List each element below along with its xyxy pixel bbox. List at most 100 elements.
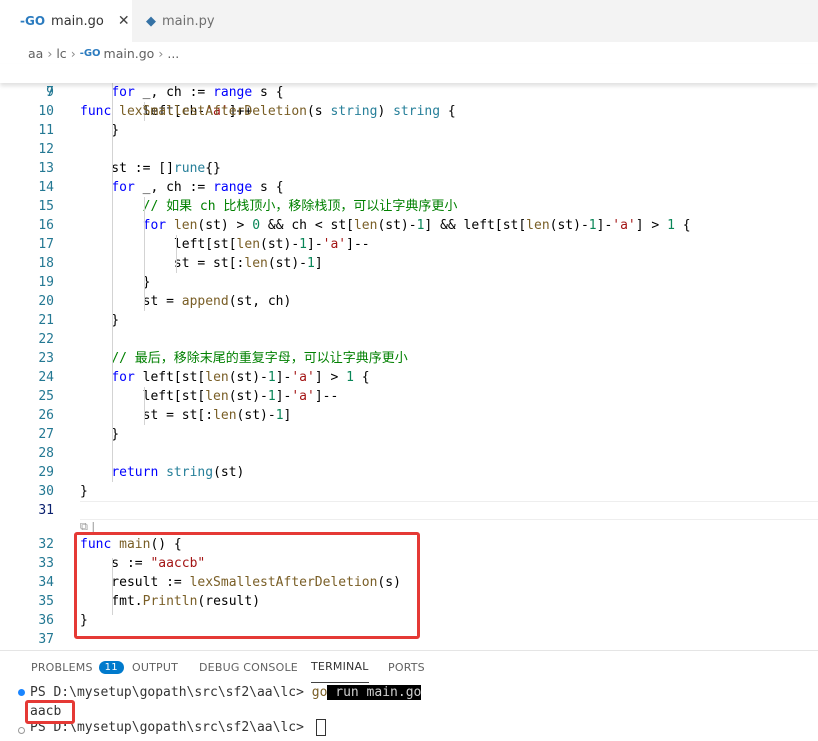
tab-label: TERMINAL (311, 660, 369, 673)
line-number: 20 (38, 294, 54, 309)
code-text: st = st[:len(st)-1] (80, 256, 323, 271)
code-line: 21 } (0, 311, 818, 330)
code-text: for _, ch := range s { (111, 85, 284, 100)
go-file-icon: -GO (79, 47, 101, 59)
breadcrumb: aa › lc › -GO main.go › ... (0, 42, 818, 64)
line-number: 25 (38, 389, 54, 404)
tab-main-go[interactable]: -GO main.go ✕ (0, 0, 132, 42)
line-number: 16 (38, 218, 54, 233)
code-line: 29 return string(st) (0, 463, 818, 482)
code-text: } (80, 484, 88, 499)
tab-output[interactable]: OUTPUT (132, 651, 178, 683)
code-line: 19 } (0, 273, 818, 292)
sticky-scroll-header[interactable]: 7 func lexSmallestAfterDeletion(s string… (0, 64, 818, 119)
breadcrumb-item[interactable]: main.go (104, 46, 155, 61)
chevron-right-icon: › (70, 45, 76, 61)
tab-problems[interactable]: PROBLEMS 11 (31, 651, 124, 683)
code-text: // 如果 ch 比栈顶小，移除栈顶，可以让字典序更小 (142, 199, 458, 214)
line-number: 24 (38, 370, 54, 385)
line-number: 14 (38, 180, 54, 195)
terminal-cursor (315, 719, 326, 736)
terminal-line: PS D:\mysetup\gopath\src\sf2\aa\lc> go r… (30, 683, 422, 702)
tab-ports[interactable]: PORTS (388, 651, 425, 683)
line-number: 28 (38, 446, 54, 461)
breadcrumb-item[interactable]: ... (167, 46, 179, 61)
code-text: for len(st) > 0 && ch < st[len(st)-1] &&… (142, 218, 691, 233)
breadcrumb-item[interactable]: aa (28, 46, 43, 61)
command-status-dot[interactable] (18, 727, 25, 734)
code-line: 14 for _, ch := range s { (0, 178, 818, 197)
line-number: 35 (38, 594, 54, 609)
line-number: 30 (38, 484, 54, 499)
highlight-box-output (25, 700, 75, 724)
tab-debug-console[interactable]: DEBUG CONSOLE (199, 651, 298, 683)
line-number: 12 (38, 142, 54, 157)
tab-label: DEBUG CONSOLE (199, 660, 298, 674)
command-status-dot[interactable] (18, 689, 25, 696)
tab-label: main.py (162, 13, 215, 29)
chevron-right-icon: › (158, 45, 164, 61)
code-text: for left[st[len(st)-1]-'a'] > 1 { (111, 370, 370, 385)
bottom-panel: PROBLEMS 11 OUTPUT DEBUG CONSOLE TERMINA… (0, 650, 818, 741)
line-number: 34 (38, 575, 54, 590)
code-line: 30} (0, 482, 818, 501)
code-line: 11 } (0, 121, 818, 140)
code-text: } (80, 123, 120, 138)
line-number: 22 (38, 332, 54, 347)
tab-main-py[interactable]: ◆ main.py (132, 0, 252, 42)
line-number: 26 (38, 408, 54, 423)
code-text: st := []rune{} (80, 161, 221, 176)
code-line: 31 (0, 501, 818, 520)
code-line: 12 (0, 140, 818, 159)
tab-label: OUTPUT (132, 660, 179, 674)
tab-terminal[interactable]: TERMINAL (311, 651, 369, 683)
tab-label: PROBLEMS (31, 660, 93, 674)
line-number: 23 (38, 351, 54, 366)
line-number: 21 (38, 313, 54, 328)
code-text: } (80, 313, 120, 328)
code-text: // 最后，移除末尾的重复字母，可以让字典序更小 (111, 351, 408, 366)
line-number: 15 (38, 199, 54, 214)
code-line: 24 for left[st[len(st)-1]-'a'] > 1 { (0, 368, 818, 387)
line-number: 36 (38, 613, 54, 628)
code-text: return string(st) (111, 465, 245, 480)
code-text: left[st[len(st)-1]-'a']-- (80, 389, 339, 404)
code-line: 22 (0, 330, 818, 349)
tab-label: main.go (51, 13, 104, 29)
code-line: 28 (0, 444, 818, 463)
indent-guide (112, 83, 113, 482)
code-line: 16 for len(st) > 0 && ch < st[len(st)-1]… (0, 216, 818, 235)
code-line: 20 st = append(st, ch) (0, 292, 818, 311)
code-line: 18 st = st[:len(st)-1] (0, 254, 818, 273)
code-line: 15 // 如果 ch 比栈顶小，移除栈顶，可以让字典序更小 (0, 197, 818, 216)
code-line: 9 for _, ch := range s { (0, 83, 818, 102)
terminal-command-go: go (311, 685, 328, 700)
indent-guide (176, 235, 177, 273)
breadcrumb-item[interactable]: lc (56, 46, 66, 61)
line-number: 19 (38, 275, 54, 290)
close-icon[interactable]: ✕ (118, 13, 130, 29)
line-number: 32 (38, 537, 54, 552)
editor-tab-bar: -GO main.go ✕ ◆ main.py (0, 0, 818, 42)
code-line: 23 // 最后，移除末尾的重复字母，可以让字典序更小 (0, 349, 818, 368)
line-number: 29 (38, 465, 54, 480)
python-file-icon: ◆ (146, 13, 156, 29)
line-number: 7 (46, 85, 54, 100)
line-number: 33 (38, 556, 54, 571)
indent-guide (144, 197, 145, 311)
indent-guide (144, 387, 145, 425)
code-text: func lexSmallestAfterDeletion(s string) … (80, 104, 456, 119)
chevron-right-icon: › (47, 45, 53, 61)
panel-tabs: PROBLEMS 11 OUTPUT DEBUG CONSOLE TERMINA… (0, 651, 818, 683)
terminal-command: run main.go (327, 685, 422, 700)
tab-label: PORTS (388, 660, 425, 674)
line-number: 37 (38, 632, 54, 647)
code-line: 17 left[st[len(st)-1]-'a']-- (0, 235, 818, 254)
line-number: 17 (38, 237, 54, 252)
code-line: 13 st := []rune{} (0, 159, 818, 178)
line-number: 31 (38, 503, 54, 518)
go-file-icon: -GO (20, 14, 46, 28)
code-line: 7 func lexSmallestAfterDeletion(s string… (0, 64, 818, 119)
highlight-box-main-func (74, 532, 420, 639)
code-line: 25 left[st[len(st)-1]-'a']-- (0, 387, 818, 406)
